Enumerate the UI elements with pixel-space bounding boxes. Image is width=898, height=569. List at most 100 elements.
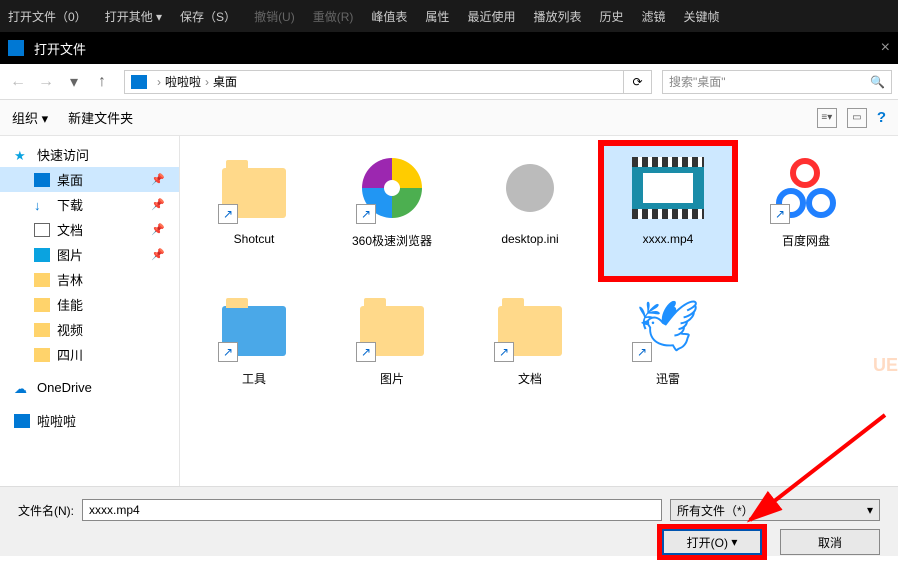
shortcut-icon: ↗ bbox=[770, 204, 790, 224]
folder-icon bbox=[34, 348, 50, 362]
menu-history[interactable]: 历史 bbox=[599, 8, 623, 25]
nav-bar: ← → ▾ ↑ › 啦啦啦 › 桌面 ⟳ 搜索"桌面" 🔍 bbox=[0, 64, 898, 100]
picture-icon bbox=[34, 248, 50, 262]
filetype-select[interactable]: 所有文件（*） ▾ bbox=[670, 499, 880, 521]
breadcrumb[interactable]: › 啦啦啦 › 桌面 ⟳ bbox=[124, 70, 652, 94]
menu-recent[interactable]: 最近使用 bbox=[467, 8, 515, 25]
file-item-baidu[interactable]: ↗ 百度网盘 bbox=[742, 146, 870, 276]
sidebar-documents[interactable]: 文档 📌 bbox=[0, 217, 179, 242]
menu-redo: 重做(R) bbox=[313, 8, 354, 25]
breadcrumb-user[interactable]: 啦啦啦 bbox=[165, 73, 201, 90]
shortcut-icon: ↗ bbox=[356, 204, 376, 224]
shortcut-icon: ↗ bbox=[632, 342, 652, 362]
new-folder-button[interactable]: 新建文件夹 bbox=[68, 108, 133, 127]
app-icon bbox=[8, 40, 24, 56]
file-label: 迅雷 bbox=[656, 370, 680, 387]
sidebar-downloads[interactable]: ↓ 下载 📌 bbox=[0, 192, 179, 217]
filetype-label: 所有文件（*） bbox=[677, 502, 754, 519]
chevron-down-icon: ▾ bbox=[867, 503, 873, 517]
sidebar-desktop[interactable]: 桌面 📌 bbox=[0, 167, 179, 192]
monitor-icon bbox=[14, 414, 30, 428]
watermark: UE bbox=[873, 355, 898, 376]
back-button[interactable]: ← bbox=[6, 70, 30, 94]
monitor-icon bbox=[34, 173, 50, 187]
close-button[interactable]: × bbox=[881, 39, 890, 57]
document-icon bbox=[34, 223, 50, 237]
toolbar: 组织 ▾ 新建文件夹 ≡▾ ▭ ? bbox=[0, 100, 898, 136]
organize-button[interactable]: 组织 ▾ bbox=[12, 108, 48, 127]
refresh-button[interactable]: ⟳ bbox=[623, 71, 651, 93]
sidebar-item-label: 下载 bbox=[57, 195, 83, 214]
menu-peak-meter[interactable]: 峰值表 bbox=[371, 8, 407, 25]
folder-icon bbox=[34, 323, 50, 337]
up-button[interactable]: ↑ bbox=[90, 70, 114, 94]
shortcut-icon: ↗ bbox=[218, 204, 238, 224]
menu-properties[interactable]: 属性 bbox=[425, 8, 449, 25]
help-button[interactable]: ? bbox=[877, 109, 886, 126]
file-item-360browser[interactable]: ↗ 360极速浏览器 bbox=[328, 146, 456, 276]
file-label: 360极速浏览器 bbox=[352, 232, 432, 249]
sidebar-onedrive[interactable]: ☁ OneDrive bbox=[0, 377, 179, 398]
gear-icon bbox=[506, 164, 554, 212]
star-icon: ★ bbox=[14, 148, 30, 162]
menu-save[interactable]: 保存（S） bbox=[180, 8, 236, 25]
shortcut-icon: ↗ bbox=[494, 342, 514, 362]
sidebar-item-label: 视频 bbox=[57, 320, 83, 339]
cancel-button[interactable]: 取消 bbox=[780, 529, 880, 555]
open-button[interactable]: 打开(O) ▾ bbox=[662, 529, 762, 555]
file-label: 图片 bbox=[380, 370, 404, 387]
sidebar-jianeng[interactable]: 佳能 bbox=[0, 292, 179, 317]
filename-input[interactable] bbox=[82, 499, 662, 521]
breadcrumb-location[interactable]: 桌面 bbox=[213, 73, 237, 90]
file-label: desktop.ini bbox=[501, 232, 558, 246]
dropdown-history-button[interactable]: ▾ bbox=[62, 70, 86, 94]
file-item-tools[interactable]: ↗ 工具 bbox=[190, 284, 318, 414]
file-item-xunlei[interactable]: 🕊↗ 迅雷 bbox=[604, 284, 732, 414]
file-item-shotcut[interactable]: ↗ Shotcut bbox=[190, 146, 318, 276]
file-item-documents[interactable]: ↗ 文档 bbox=[466, 284, 594, 414]
chevron-right-icon: › bbox=[157, 75, 161, 89]
sidebar-item-label: 文档 bbox=[57, 220, 83, 239]
file-item-video-selected[interactable]: xxxx.mp4 bbox=[604, 146, 732, 276]
app-menu-bar: 打开文件（0） 打开其他 ▾ 保存（S） 撤销(U) 重做(R) 峰值表 属性 … bbox=[0, 0, 898, 32]
search-input[interactable]: 搜索"桌面" 🔍 bbox=[662, 70, 892, 94]
sidebar: ★ 快速访问 桌面 📌 ↓下载 📌 文档 📌 图片 📌 吉林 佳能 视频 四 bbox=[0, 136, 180, 486]
file-label: Shotcut bbox=[234, 232, 275, 246]
menu-open-other[interactable]: 打开其他 ▾ bbox=[105, 8, 162, 25]
file-item-desktop-ini[interactable]: desktop.ini bbox=[466, 146, 594, 276]
file-grid[interactable]: ↗ Shotcut ↗ 360极速浏览器 desktop.ini xxxx.mp… bbox=[180, 136, 898, 486]
pin-icon: 📌 bbox=[151, 173, 165, 186]
cloud-icon: ☁ bbox=[14, 381, 30, 395]
file-label: 百度网盘 bbox=[782, 232, 830, 249]
preview-pane-button[interactable]: ▭ bbox=[847, 108, 867, 128]
sidebar-item-label: 啦啦啦 bbox=[37, 411, 76, 430]
sidebar-this-pc[interactable]: 啦啦啦 bbox=[0, 408, 179, 433]
shortcut-icon: ↗ bbox=[218, 342, 238, 362]
dialog-titlebar: 打开文件 × bbox=[0, 32, 898, 64]
menu-filters[interactable]: 滤镜 bbox=[641, 8, 665, 25]
sidebar-item-label: 桌面 bbox=[57, 170, 83, 189]
sidebar-jilin[interactable]: 吉林 bbox=[0, 267, 179, 292]
filename-label: 文件名(N): bbox=[18, 502, 74, 519]
sidebar-sichuan[interactable]: 四川 bbox=[0, 342, 179, 367]
pin-icon: 📌 bbox=[151, 223, 165, 236]
sidebar-video[interactable]: 视频 bbox=[0, 317, 179, 342]
file-item-pictures[interactable]: ↗ 图片 bbox=[328, 284, 456, 414]
folder-icon bbox=[34, 273, 50, 287]
file-label: 文档 bbox=[518, 370, 542, 387]
sidebar-item-label: 快速访问 bbox=[37, 145, 89, 164]
bottom-panel: 文件名(N): 所有文件（*） ▾ 打开(O) ▾ 取消 bbox=[0, 486, 898, 556]
menu-open-file[interactable]: 打开文件（0） bbox=[8, 8, 87, 25]
view-options-button[interactable]: ≡▾ bbox=[817, 108, 837, 128]
menu-playlist[interactable]: 播放列表 bbox=[533, 8, 581, 25]
sidebar-pictures[interactable]: 图片 📌 bbox=[0, 242, 179, 267]
split-down-icon: ▾ bbox=[731, 535, 737, 549]
forward-button[interactable]: → bbox=[34, 70, 58, 94]
pc-icon bbox=[131, 75, 147, 89]
search-placeholder: 搜索"桌面" bbox=[669, 73, 726, 90]
pin-icon: 📌 bbox=[151, 198, 165, 211]
video-icon bbox=[632, 157, 704, 219]
menu-keyframes[interactable]: 关键帧 bbox=[684, 8, 720, 25]
download-icon: ↓ bbox=[34, 198, 50, 212]
sidebar-quick-access[interactable]: ★ 快速访问 bbox=[0, 142, 179, 167]
